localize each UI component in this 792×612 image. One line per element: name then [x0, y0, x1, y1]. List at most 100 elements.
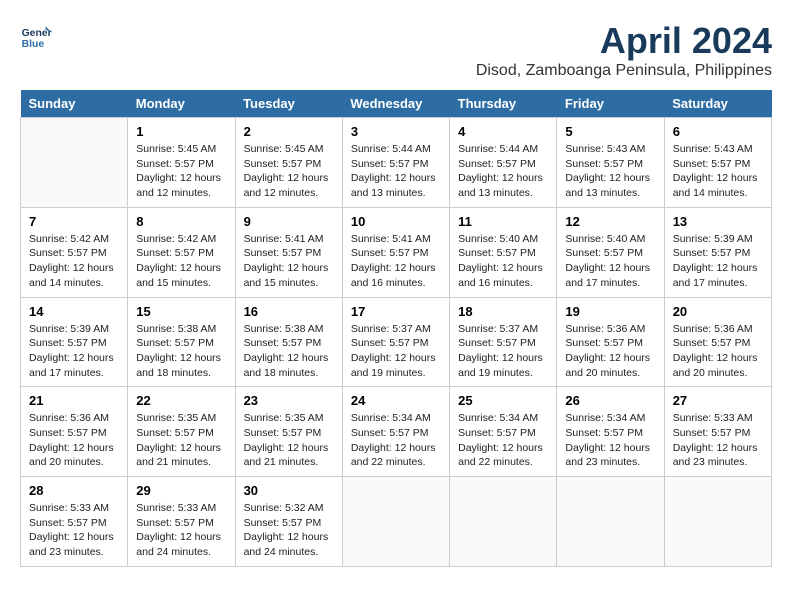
- calendar-cell: 10 Sunrise: 5:41 AM Sunset: 5:57 PM Dayli…: [342, 207, 449, 297]
- day-info: Sunrise: 5:45 AM Sunset: 5:57 PM Dayligh…: [244, 142, 334, 201]
- weekday-header-row: SundayMondayTuesdayWednesdayThursdayFrid…: [21, 90, 772, 118]
- weekday-header-cell: Friday: [557, 90, 664, 118]
- calendar-cell: 19 Sunrise: 5:36 AM Sunset: 5:57 PM Dayli…: [557, 297, 664, 387]
- calendar-cell: 24 Sunrise: 5:34 AM Sunset: 5:57 PM Dayli…: [342, 387, 449, 477]
- day-number: 30: [244, 483, 334, 498]
- day-info: Sunrise: 5:35 AM Sunset: 5:57 PM Dayligh…: [136, 411, 226, 470]
- calendar-cell: 4 Sunrise: 5:44 AM Sunset: 5:57 PM Daylig…: [450, 118, 557, 208]
- calendar-cell: 11Sunrise: 5:40 AM Sunset: 5:57 PM Dayli…: [450, 207, 557, 297]
- calendar-cell: [557, 477, 664, 567]
- weekday-header-cell: Wednesday: [342, 90, 449, 118]
- calendar-cell: 30 Sunrise: 5:32 AM Sunset: 5:57 PM Dayli…: [235, 477, 342, 567]
- day-number: 8: [136, 214, 226, 229]
- day-info: Sunrise: 5:32 AM Sunset: 5:57 PM Dayligh…: [244, 501, 334, 560]
- calendar-cell: 20 Sunrise: 5:36 AM Sunset: 5:57 PM Dayli…: [664, 297, 771, 387]
- day-number: 23: [244, 393, 334, 408]
- day-info: Sunrise: 5:41 AM Sunset: 5:57 PM Dayligh…: [244, 232, 334, 291]
- calendar-body: 1 Sunrise: 5:45 AM Sunset: 5:57 PM Daylig…: [21, 118, 772, 567]
- day-info: Sunrise: 5:41 AM Sunset: 5:57 PM Dayligh…: [351, 232, 441, 291]
- calendar-cell: 8 Sunrise: 5:42 AM Sunset: 5:57 PM Daylig…: [128, 207, 235, 297]
- day-number: 24: [351, 393, 441, 408]
- calendar-cell: [664, 477, 771, 567]
- day-number: 16: [244, 304, 334, 319]
- calendar-cell: 2 Sunrise: 5:45 AM Sunset: 5:57 PM Daylig…: [235, 118, 342, 208]
- calendar-cell: 28Sunrise: 5:33 AM Sunset: 5:57 PM Dayli…: [21, 477, 128, 567]
- calendar-cell: 18 Sunrise: 5:37 AM Sunset: 5:57 PM Dayli…: [450, 297, 557, 387]
- day-info: Sunrise: 5:36 AM Sunset: 5:57 PM Dayligh…: [673, 322, 763, 381]
- day-info: Sunrise: 5:44 AM Sunset: 5:57 PM Dayligh…: [458, 142, 548, 201]
- day-number: 2: [244, 124, 334, 139]
- day-info: Sunrise: 5:34 AM Sunset: 5:57 PM Dayligh…: [458, 411, 548, 470]
- day-number: 7: [29, 214, 119, 229]
- calendar-cell: 6 Sunrise: 5:43 AM Sunset: 5:57 PM Daylig…: [664, 118, 771, 208]
- day-number: 12: [565, 214, 655, 229]
- day-info: Sunrise: 5:42 AM Sunset: 5:57 PM Dayligh…: [136, 232, 226, 291]
- calendar-week-row: 1 Sunrise: 5:45 AM Sunset: 5:57 PM Daylig…: [21, 118, 772, 208]
- day-number: 6: [673, 124, 763, 139]
- day-info: Sunrise: 5:35 AM Sunset: 5:57 PM Dayligh…: [244, 411, 334, 470]
- day-number: 18: [458, 304, 548, 319]
- calendar-cell: [450, 477, 557, 567]
- day-number: 27: [673, 393, 763, 408]
- calendar-cell: [342, 477, 449, 567]
- day-number: 15: [136, 304, 226, 319]
- calendar-cell: 29 Sunrise: 5:33 AM Sunset: 5:57 PM Dayli…: [128, 477, 235, 567]
- day-info: Sunrise: 5:44 AM Sunset: 5:57 PM Dayligh…: [351, 142, 441, 201]
- calendar-cell: 14 Sunrise: 5:39 AM Sunset: 5:57 PM Dayli…: [21, 297, 128, 387]
- calendar-week-row: 21Sunrise: 5:36 AM Sunset: 5:57 PM Dayli…: [21, 387, 772, 477]
- day-number: 14: [29, 304, 119, 319]
- calendar-cell: 3 Sunrise: 5:44 AM Sunset: 5:57 PM Daylig…: [342, 118, 449, 208]
- day-number: 17: [351, 304, 441, 319]
- day-number: 19: [565, 304, 655, 319]
- day-info: Sunrise: 5:37 AM Sunset: 5:57 PM Dayligh…: [351, 322, 441, 381]
- calendar-cell: 1 Sunrise: 5:45 AM Sunset: 5:57 PM Daylig…: [128, 118, 235, 208]
- day-number: 9: [244, 214, 334, 229]
- day-info: Sunrise: 5:37 AM Sunset: 5:57 PM Dayligh…: [458, 322, 548, 381]
- day-info: Sunrise: 5:38 AM Sunset: 5:57 PM Dayligh…: [244, 322, 334, 381]
- day-info: Sunrise: 5:39 AM Sunset: 5:57 PM Dayligh…: [673, 232, 763, 291]
- day-number: 20: [673, 304, 763, 319]
- month-title: April 2024: [476, 20, 772, 62]
- day-info: Sunrise: 5:33 AM Sunset: 5:57 PM Dayligh…: [673, 411, 763, 470]
- logo: General Blue: [20, 20, 52, 52]
- day-info: Sunrise: 5:33 AM Sunset: 5:57 PM Dayligh…: [136, 501, 226, 560]
- title-section: April 2024 Disod, Zamboanga Peninsula, P…: [476, 20, 772, 80]
- calendar-cell: [21, 118, 128, 208]
- calendar-week-row: 28 Sunrise: 5:33 AM Sunset: 5:57 PM Dayli…: [21, 477, 772, 567]
- day-number: 29: [136, 483, 226, 498]
- day-info: Sunrise: 5:43 AM Sunset: 5:57 PM Dayligh…: [673, 142, 763, 201]
- calendar-cell: 7Sunrise: 5:42 AM Sunset: 5:57 PM Daylig…: [21, 207, 128, 297]
- day-number: 5: [565, 124, 655, 139]
- calendar-cell: 5Sunrise: 5:43 AM Sunset: 5:57 PM Daylig…: [557, 118, 664, 208]
- weekday-header-cell: Monday: [128, 90, 235, 118]
- calendar-cell: 22Sunrise: 5:35 AM Sunset: 5:57 PM Dayli…: [128, 387, 235, 477]
- day-number: 13: [673, 214, 763, 229]
- weekday-header-cell: Sunday: [21, 90, 128, 118]
- day-number: 4: [458, 124, 548, 139]
- day-info: Sunrise: 5:40 AM Sunset: 5:57 PM Dayligh…: [458, 232, 548, 291]
- calendar-cell: 25Sunrise: 5:34 AM Sunset: 5:57 PM Dayli…: [450, 387, 557, 477]
- location-title: Disod, Zamboanga Peninsula, Philippines: [476, 62, 772, 80]
- day-number: 26: [565, 393, 655, 408]
- day-info: Sunrise: 5:36 AM Sunset: 5:57 PM Dayligh…: [565, 322, 655, 381]
- calendar-cell: 15 Sunrise: 5:38 AM Sunset: 5:57 PM Dayli…: [128, 297, 235, 387]
- day-info: Sunrise: 5:38 AM Sunset: 5:57 PM Dayligh…: [136, 322, 226, 381]
- calendar-cell: 21Sunrise: 5:36 AM Sunset: 5:57 PM Dayli…: [21, 387, 128, 477]
- weekday-header-cell: Saturday: [664, 90, 771, 118]
- calendar-cell: 9 Sunrise: 5:41 AM Sunset: 5:57 PM Daylig…: [235, 207, 342, 297]
- calendar-cell: 17 Sunrise: 5:37 AM Sunset: 5:57 PM Dayli…: [342, 297, 449, 387]
- day-number: 10: [351, 214, 441, 229]
- calendar-cell: 23 Sunrise: 5:35 AM Sunset: 5:57 PM Dayli…: [235, 387, 342, 477]
- day-number: 3: [351, 124, 441, 139]
- day-info: Sunrise: 5:39 AM Sunset: 5:57 PM Dayligh…: [29, 322, 119, 381]
- day-info: Sunrise: 5:45 AM Sunset: 5:57 PM Dayligh…: [136, 142, 226, 201]
- day-info: Sunrise: 5:40 AM Sunset: 5:57 PM Dayligh…: [565, 232, 655, 291]
- day-number: 1: [136, 124, 226, 139]
- day-info: Sunrise: 5:34 AM Sunset: 5:57 PM Dayligh…: [351, 411, 441, 470]
- day-number: 28: [29, 483, 119, 498]
- calendar-week-row: 14 Sunrise: 5:39 AM Sunset: 5:57 PM Dayli…: [21, 297, 772, 387]
- weekday-header-cell: Tuesday: [235, 90, 342, 118]
- calendar-cell: 16 Sunrise: 5:38 AM Sunset: 5:57 PM Dayli…: [235, 297, 342, 387]
- day-info: Sunrise: 5:36 AM Sunset: 5:57 PM Dayligh…: [29, 411, 119, 470]
- page-header: General Blue April 2024 Disod, Zamboanga…: [20, 20, 772, 80]
